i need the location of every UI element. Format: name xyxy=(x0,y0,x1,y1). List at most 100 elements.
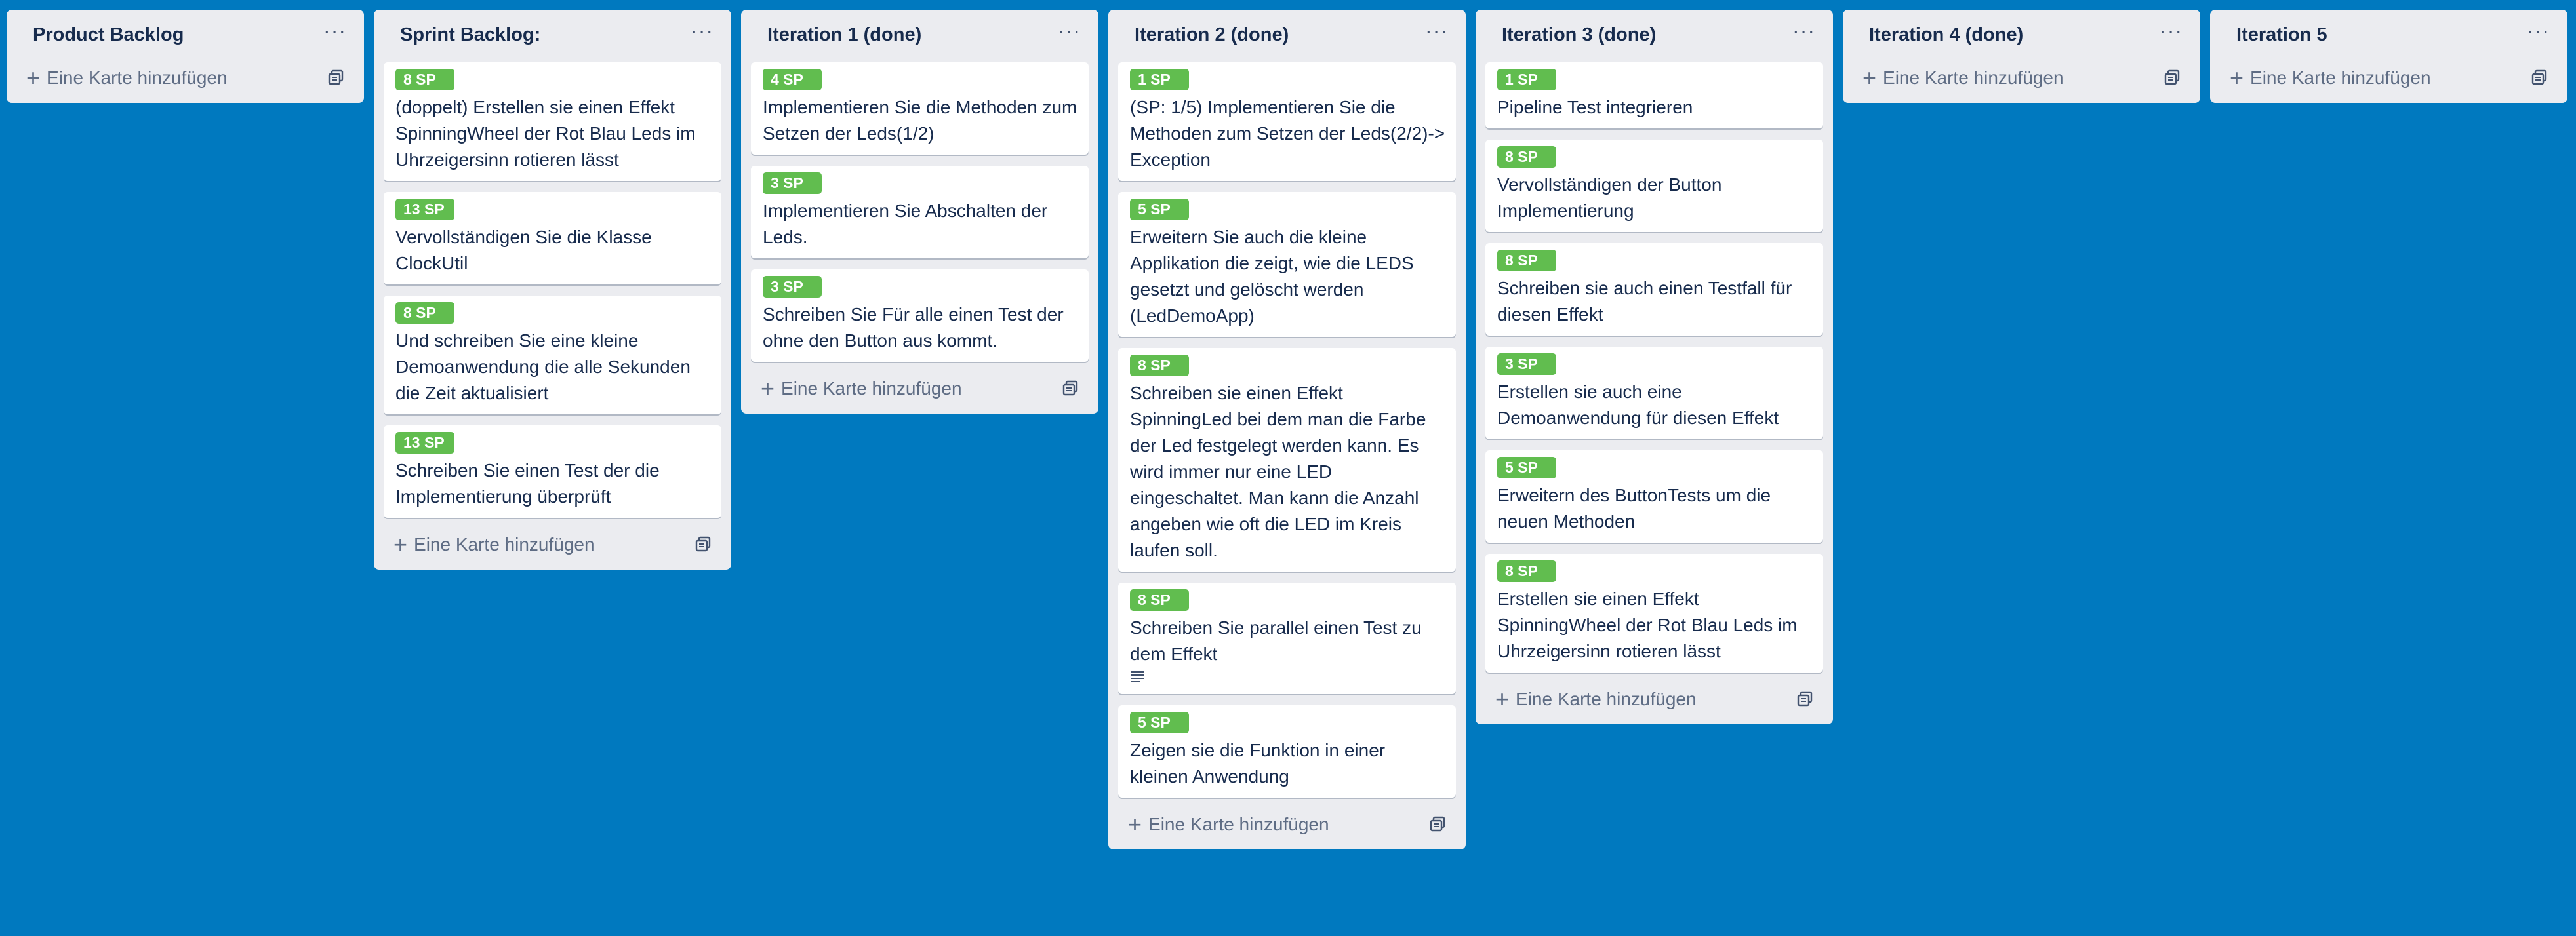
card[interactable]: 1 SP (SP: 1/5) Implementieren Sie die Met… xyxy=(1118,62,1456,181)
card[interactable]: 8 SP Schreiben sie einen Effekt SpinningL… xyxy=(1118,348,1456,572)
add-card-row: + Eine Karte hinzufügen xyxy=(1485,681,1823,718)
story-points-label: 8 SP xyxy=(1497,146,1556,168)
card[interactable]: 8 SP Vervollständigen der Button Implemen… xyxy=(1485,140,1823,232)
card-template-icon[interactable] xyxy=(2531,69,2548,86)
card-title: (SP: 1/5) Implementieren Sie die Methode… xyxy=(1130,97,1445,170)
add-card-button[interactable]: + Eine Karte hinzufügen xyxy=(2230,65,2431,91)
card-container: 4 SP Implementieren Sie die Methoden zum … xyxy=(751,62,1089,362)
card-title: Erstellen sie auch eine Demoanwendung fü… xyxy=(1497,381,1779,428)
add-card-label: Eine Karte hinzufügen xyxy=(1883,68,2064,88)
card-container: 1 SP (SP: 1/5) Implementieren Sie die Met… xyxy=(1118,62,1456,798)
card[interactable]: 8 SP Erstellen sie einen Effekt SpinningW… xyxy=(1485,554,1823,673)
card-title: Implementieren Sie die Methoden zum Setz… xyxy=(763,97,1077,144)
card[interactable]: 5 SP Zeigen sie die Funktion in einer kle… xyxy=(1118,705,1456,798)
card-title: Zeigen sie die Funktion in einer kleinen… xyxy=(1130,740,1386,787)
add-card-row: + Eine Karte hinzufügen xyxy=(16,60,354,96)
plus-icon: + xyxy=(1495,686,1510,712)
card-container: 1 SP Pipeline Test integrieren 8 SP Vervoll… xyxy=(1485,62,1823,673)
list-menu-icon[interactable]: ··· xyxy=(1425,19,1448,43)
card[interactable]: 8 SP Und schreiben Sie eine kleine Demoan… xyxy=(384,296,721,414)
list: Sprint Backlog: ··· 8 SP (doppelt) Erstel… xyxy=(374,10,731,570)
add-card-button[interactable]: + Eine Karte hinzufügen xyxy=(1128,811,1329,838)
card[interactable]: 3 SP Erstellen sie auch eine Demoanwendun… xyxy=(1485,347,1823,439)
add-card-button[interactable]: + Eine Karte hinzufügen xyxy=(761,376,962,402)
list-title[interactable]: Sprint Backlog: xyxy=(400,24,540,46)
add-card-button[interactable]: + Eine Karte hinzufügen xyxy=(393,532,595,558)
story-points-label: 1 SP xyxy=(1130,69,1189,90)
card-title: Erweitern Sie auch die kleine Applikatio… xyxy=(1130,227,1414,326)
card[interactable]: 3 SP Schreiben Sie Für alle einen Test de… xyxy=(751,269,1089,362)
add-card-button[interactable]: + Eine Karte hinzufügen xyxy=(1862,65,2064,91)
card-title: Schreiben Sie parallel einen Test zu dem… xyxy=(1130,617,1422,664)
card[interactable]: 8 SP (doppelt) Erstellen sie einen Effekt… xyxy=(384,62,721,181)
list-header: Iteration 1 (done) ··· xyxy=(751,10,1089,62)
list-title[interactable]: Iteration 5 xyxy=(2236,24,2327,46)
list: Iteration 2 (done) ··· 1 SP (SP: 1/5) Imp… xyxy=(1108,10,1466,849)
card-title: Vervollständigen der Button Implementier… xyxy=(1497,174,1722,221)
add-card-button[interactable]: + Eine Karte hinzufügen xyxy=(1495,686,1697,712)
add-card-label: Eine Karte hinzufügen xyxy=(47,68,228,88)
card[interactable]: 5 SP Erweitern des ButtonTests um die neu… xyxy=(1485,450,1823,543)
plus-icon: + xyxy=(1128,811,1142,838)
story-points-label: 13 SP xyxy=(395,199,454,220)
card[interactable]: 4 SP Implementieren Sie die Methoden zum … xyxy=(751,62,1089,155)
story-points-label: 5 SP xyxy=(1497,457,1556,478)
list-title[interactable]: Iteration 4 (done) xyxy=(1869,24,2023,46)
card[interactable]: 8 SP Schreiben sie auch einen Testfall fü… xyxy=(1485,243,1823,336)
story-points-label: 3 SP xyxy=(1497,353,1556,375)
list-menu-icon[interactable]: ··· xyxy=(1792,19,1815,43)
card-template-icon[interactable] xyxy=(1429,815,1446,832)
list-header: Iteration 3 (done) ··· xyxy=(1485,10,1823,62)
add-card-label: Eine Karte hinzufügen xyxy=(2250,68,2431,88)
add-card-button[interactable]: + Eine Karte hinzufügen xyxy=(26,65,228,91)
story-points-label: 3 SP xyxy=(763,172,822,194)
card-title: Schreiben sie einen Effekt SpinningLed b… xyxy=(1130,383,1426,560)
story-points-label: 3 SP xyxy=(763,276,822,298)
add-card-row: + Eine Karte hinzufügen xyxy=(1853,60,2190,96)
list-header: Iteration 4 (done) ··· xyxy=(1853,10,2190,62)
list: Iteration 5 ··· + Eine Karte hinzufügen xyxy=(2210,10,2567,103)
card-template-icon[interactable] xyxy=(327,69,344,86)
plus-icon: + xyxy=(26,64,41,91)
add-card-label: Eine Karte hinzufügen xyxy=(1516,689,1697,709)
list-title[interactable]: Iteration 3 (done) xyxy=(1502,24,1656,46)
card-title: Implementieren Sie Abschalten der Leds. xyxy=(763,201,1048,247)
plus-icon: + xyxy=(2230,64,2244,91)
card[interactable]: 3 SP Implementieren Sie Abschalten der Le… xyxy=(751,166,1089,258)
card-container: 8 SP (doppelt) Erstellen sie einen Effekt… xyxy=(384,62,721,518)
list: Iteration 4 (done) ··· + Eine Karte hinzu… xyxy=(1843,10,2200,103)
story-points-label: 5 SP xyxy=(1130,199,1189,220)
card[interactable]: 1 SP Pipeline Test integrieren xyxy=(1485,62,1823,128)
card-template-icon[interactable] xyxy=(694,536,712,553)
list-title[interactable]: Product Backlog xyxy=(33,24,184,46)
card[interactable]: 13 SP Schreiben Sie einen Test der die Im… xyxy=(384,425,721,518)
card[interactable]: 5 SP Erweitern Sie auch die kleine Applik… xyxy=(1118,192,1456,337)
list-header: Product Backlog ··· xyxy=(16,10,354,62)
card-template-icon[interactable] xyxy=(1062,380,1079,397)
card-template-icon[interactable] xyxy=(1796,690,1813,707)
list-title[interactable]: Iteration 2 (done) xyxy=(1135,24,1289,46)
card-title: Erstellen sie einen Effekt SpinningWheel… xyxy=(1497,589,1798,661)
card[interactable]: 8 SP Schreiben Sie parallel einen Test zu… xyxy=(1118,583,1456,694)
list-menu-icon[interactable]: ··· xyxy=(323,19,346,43)
description-icon xyxy=(1131,671,1144,682)
list-menu-icon[interactable]: ··· xyxy=(2160,19,2183,43)
add-card-row: + Eine Karte hinzufügen xyxy=(384,526,721,563)
list-header: Iteration 2 (done) ··· xyxy=(1118,10,1456,62)
story-points-label: 8 SP xyxy=(1497,560,1556,582)
card[interactable]: 13 SP Vervollständigen Sie die Klasse Clo… xyxy=(384,192,721,284)
add-card-label: Eine Karte hinzufügen xyxy=(1148,814,1329,834)
story-points-label: 8 SP xyxy=(1130,355,1189,376)
card-title: Schreiben sie auch einen Testfall für di… xyxy=(1497,278,1792,324)
story-points-label: 13 SP xyxy=(395,432,454,454)
list-menu-icon[interactable]: ··· xyxy=(1058,19,1081,43)
list-menu-icon[interactable]: ··· xyxy=(691,19,714,43)
add-card-row: + Eine Karte hinzufügen xyxy=(1118,806,1456,843)
story-points-label: 8 SP xyxy=(395,302,454,324)
plus-icon: + xyxy=(1862,64,1877,91)
card-title: Und schreiben Sie eine kleine Demoanwend… xyxy=(395,330,691,403)
card-template-icon[interactable] xyxy=(2163,69,2181,86)
list-title[interactable]: Iteration 1 (done) xyxy=(767,24,921,46)
list-menu-icon[interactable]: ··· xyxy=(2527,19,2550,43)
card-title: Pipeline Test integrieren xyxy=(1497,97,1693,117)
